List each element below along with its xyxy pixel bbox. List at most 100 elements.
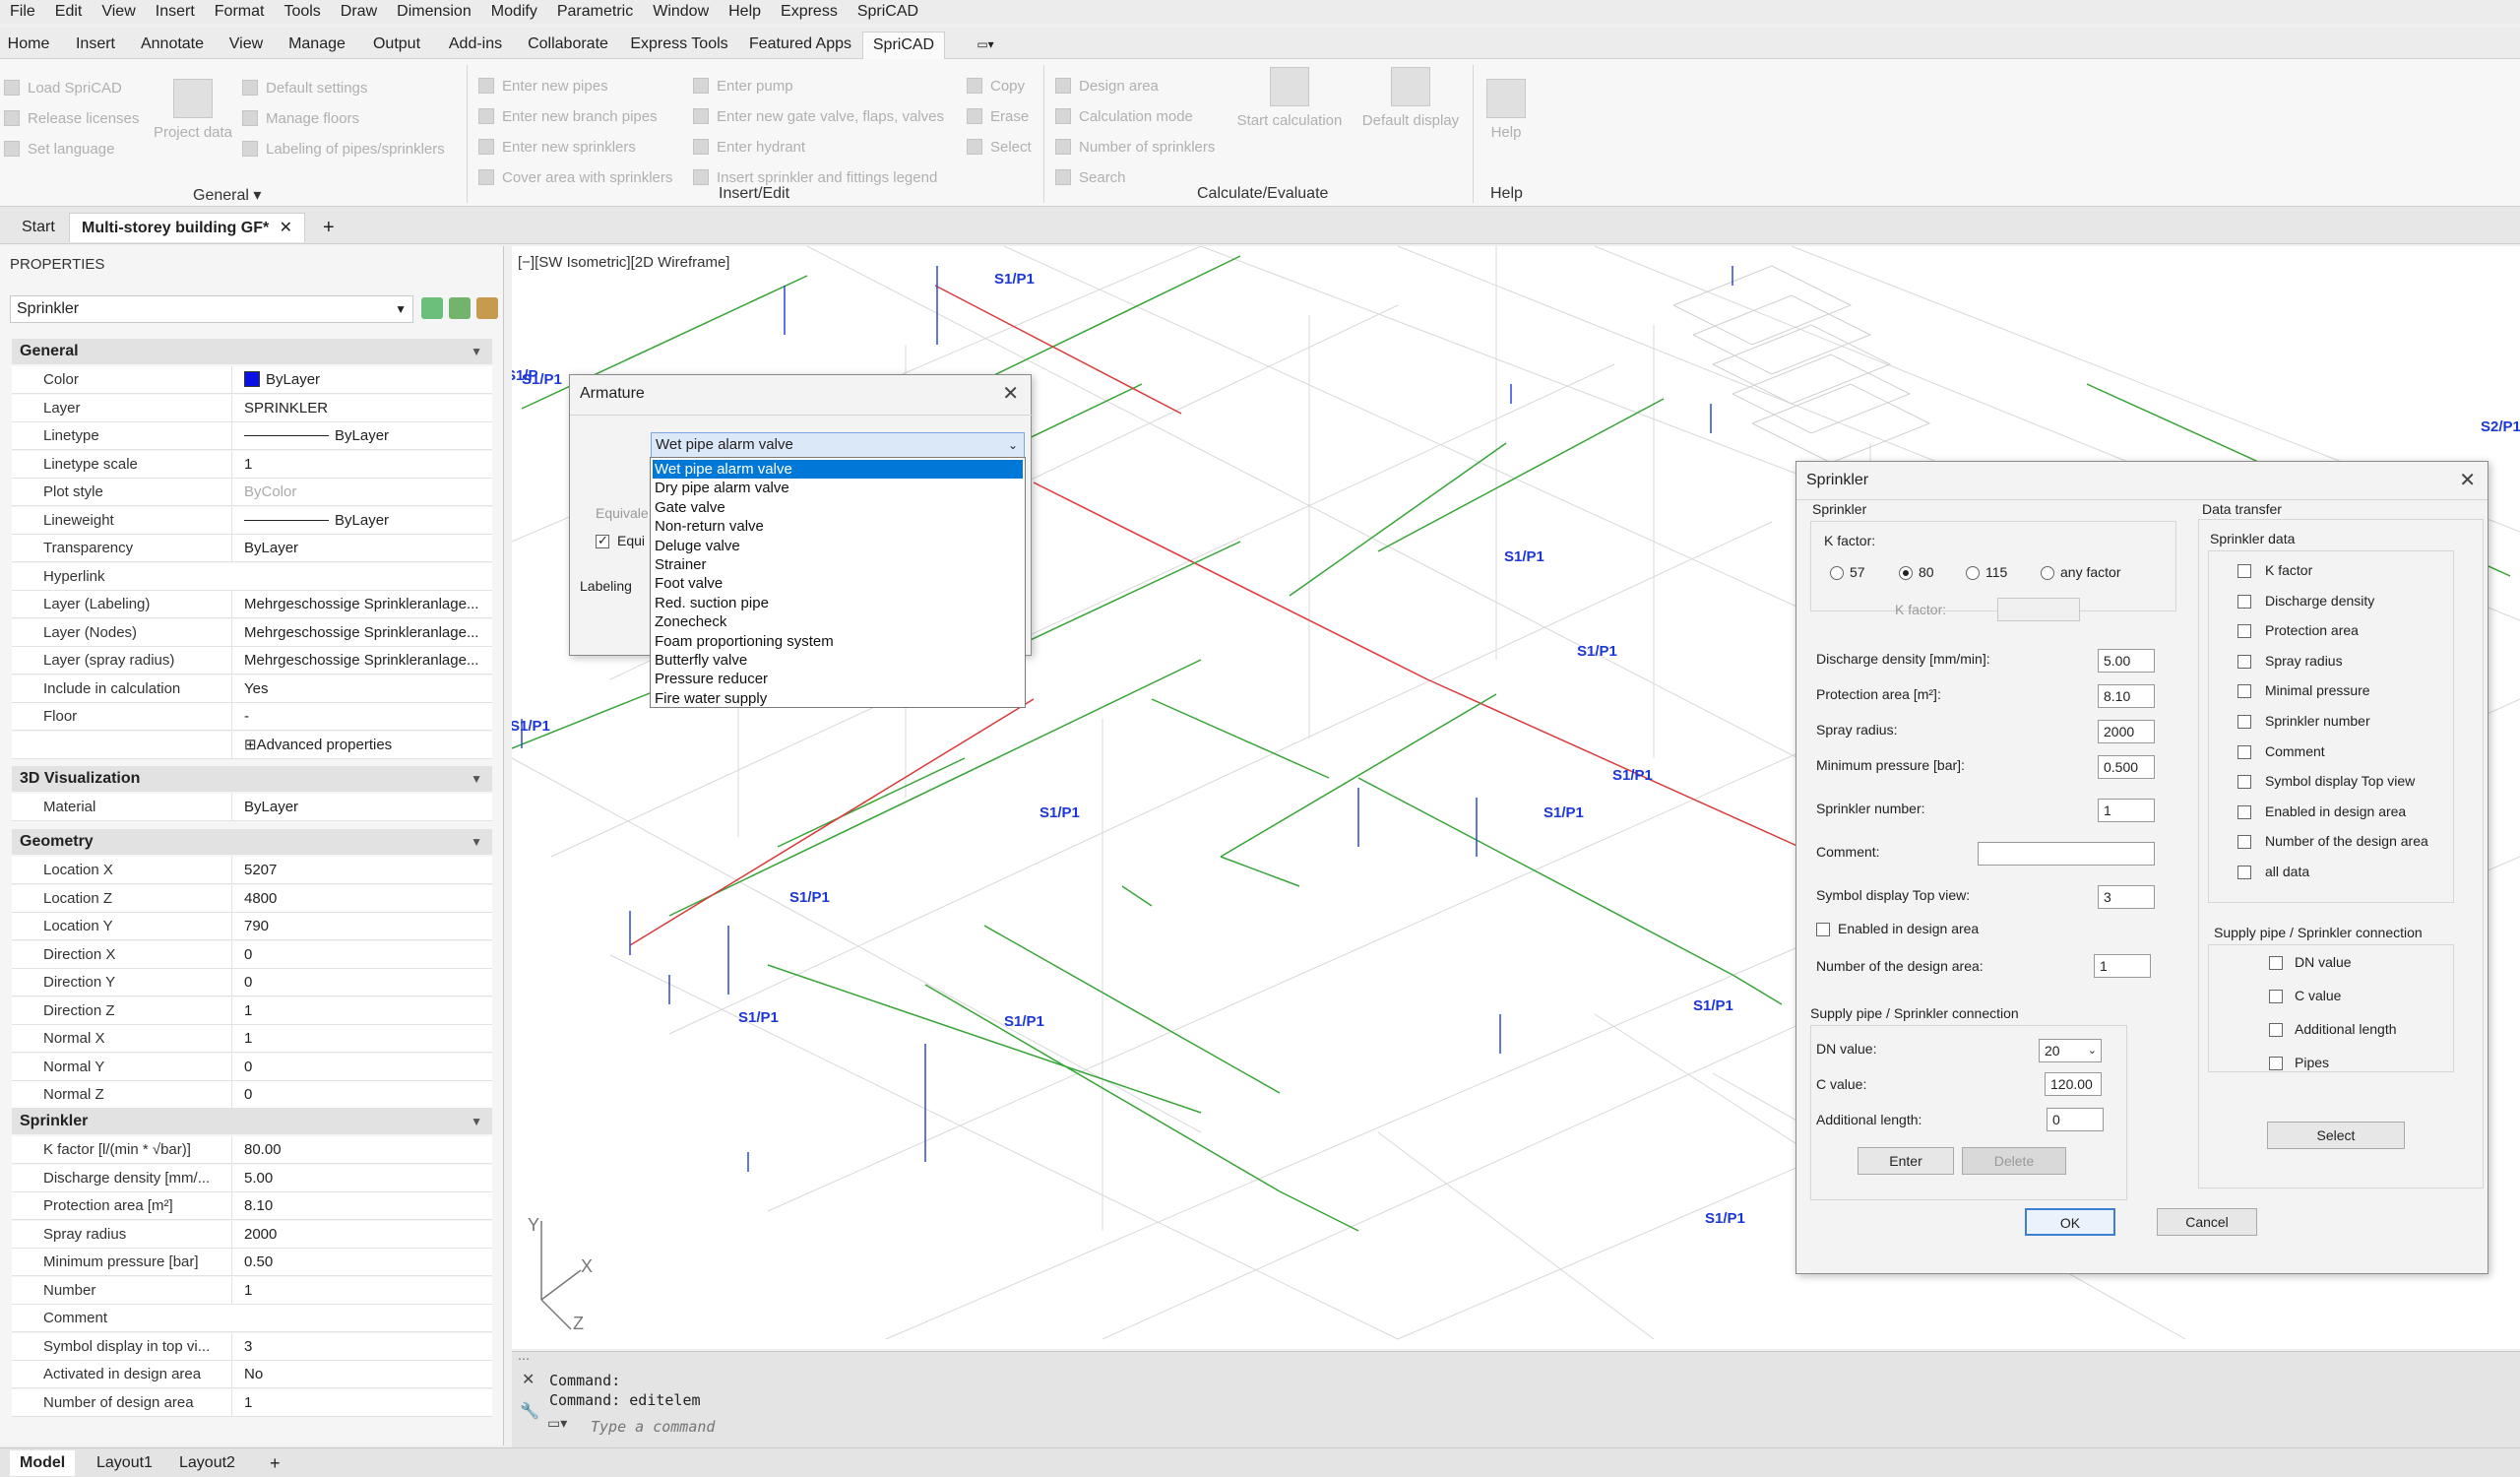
ok-button[interactable]: OK (2025, 1208, 2115, 1236)
transfer-checkbox[interactable] (2237, 624, 2251, 639)
menu-tools[interactable]: Tools (274, 0, 330, 24)
property-row[interactable]: Linetype scale 1 (12, 450, 492, 479)
property-row[interactable]: Include in calculation Yes (12, 674, 492, 703)
close-icon[interactable]: ✕ (1002, 381, 1019, 406)
field-input[interactable]: 2000 (2098, 720, 2155, 743)
add-tab-icon[interactable]: + (311, 213, 346, 242)
wrench-icon[interactable]: 🔧 (520, 1401, 539, 1421)
property-row[interactable]: Layer (Nodes) Mehrgeschossige Sprinkleran… (12, 618, 492, 647)
armature-option[interactable]: Strainer (653, 555, 1023, 574)
kfactor-any-radio[interactable] (2041, 566, 2054, 580)
tab-featured-apps[interactable]: Featured Apps (746, 32, 854, 59)
kfactor-input[interactable] (1997, 598, 2080, 621)
select-button[interactable]: Select (2267, 1122, 2405, 1149)
tab-annotate[interactable]: Annotate (138, 32, 207, 59)
field-input[interactable]: 8.10 (2098, 684, 2155, 708)
enter-sprinklers-button[interactable]: Enter new sprinklers (478, 138, 636, 158)
command-input[interactable] (591, 1415, 2500, 1439)
menu-express[interactable]: Express (771, 0, 848, 24)
doc-tab-active[interactable]: Multi-storey building GF* ✕ (69, 213, 306, 242)
property-row[interactable]: Layer (spray radius) Mehrgeschossige Spri… (12, 647, 492, 674)
transfer-checkbox[interactable] (2237, 654, 2251, 669)
menu-parametric[interactable]: Parametric (547, 0, 643, 24)
close-icon[interactable]: ✕ (522, 1370, 535, 1389)
layout-tab-1[interactable]: Layout1 (87, 1450, 162, 1476)
close-icon[interactable]: ✕ (2459, 468, 2476, 492)
menu-edit[interactable]: Edit (45, 0, 93, 24)
property-row[interactable]: Material ByLayer (12, 794, 492, 821)
default-display-button[interactable]: Default display (1356, 67, 1465, 129)
armature-option[interactable]: Butterfly valve (653, 651, 1023, 670)
menu-insert[interactable]: Insert (146, 0, 205, 24)
labeling-button[interactable]: Labeling of pipes/sprinklers (242, 140, 445, 160)
transfer-checkbox[interactable] (2237, 594, 2251, 609)
delete-button[interactable]: Delete (1962, 1147, 2066, 1175)
tab-add-ins[interactable]: Add-ins (445, 32, 506, 59)
layout-tab-model[interactable]: Model (10, 1450, 76, 1476)
design-area-button[interactable]: Design area (1055, 77, 1159, 96)
enter-pump-button[interactable]: Enter pump (693, 77, 793, 96)
supply-transfer-checkbox[interactable] (2269, 1023, 2283, 1037)
property-row[interactable]: Color ByLayer (12, 366, 492, 394)
armature-option[interactable]: Zonecheck (653, 612, 1023, 631)
number-sprinklers-button[interactable]: Number of sprinklers (1055, 138, 1215, 158)
armature-option[interactable]: Deluge valve (653, 537, 1023, 555)
enabled-design-area-checkbox[interactable] (1816, 923, 1830, 936)
tab-view[interactable]: View (224, 32, 268, 59)
transfer-checkbox[interactable] (2237, 715, 2251, 729)
armature-type-select[interactable]: Wet pipe alarm valve ⌄ (651, 432, 1025, 458)
search-button[interactable]: Search (1055, 168, 1126, 188)
transfer-checkbox[interactable] (2237, 775, 2251, 790)
property-row[interactable]: Layer SPRINKLER (12, 394, 492, 422)
section-sprinkler[interactable]: Sprinkler ▼ (12, 1109, 492, 1134)
set-language-button[interactable]: Set language (4, 140, 114, 160)
equivalent-checkbox[interactable]: ✓ (596, 533, 609, 548)
copy-button[interactable]: Copy (967, 77, 1025, 96)
ribbon-group-general[interactable]: General ▾ (193, 185, 261, 205)
enter-pipes-button[interactable]: Enter new pipes (478, 77, 608, 96)
field-input[interactable]: 0.500 (2098, 755, 2155, 779)
tab-home[interactable]: Home (6, 32, 51, 59)
viewport-label[interactable]: [−][SW Isometric][2D Wireframe] (518, 254, 729, 271)
supply-transfer-checkbox[interactable] (2269, 1057, 2283, 1070)
field-input[interactable]: 5.00 (2098, 649, 2155, 673)
property-row[interactable]: Transparency ByLayer (12, 535, 492, 562)
property-row[interactable]: Plot style ByColor (12, 479, 492, 506)
project-data-button[interactable]: Project data (146, 79, 240, 141)
toggle-pickadd-icon[interactable] (476, 297, 498, 319)
enter-valve-button[interactable]: Enter new gate valve, flaps, valves (693, 107, 944, 127)
select-button[interactable]: Select (967, 138, 1032, 158)
enter-button[interactable]: Enter (1858, 1147, 1954, 1175)
property-row[interactable]: Floor - (12, 703, 492, 731)
transfer-checkbox[interactable] (2237, 804, 2251, 819)
transfer-checkbox[interactable] (2237, 564, 2251, 578)
property-row[interactable]: Layer (Labeling) Mehrgeschossige Sprinkle… (12, 591, 492, 618)
kfactor-80-radio[interactable] (1899, 566, 1913, 580)
menu-help[interactable]: Help (719, 0, 771, 24)
property-row[interactable]: Location X 5207 (12, 857, 492, 884)
help-button[interactable]: Help (1479, 79, 1534, 141)
supply-transfer-checkbox[interactable] (2269, 990, 2283, 1003)
dn-value-select[interactable]: 20 ⌄ (2039, 1039, 2102, 1062)
armature-option[interactable]: Pressure reducer (653, 670, 1023, 688)
close-icon[interactable]: ✕ (280, 220, 292, 236)
add-object-icon[interactable] (421, 297, 443, 319)
transfer-checkbox[interactable] (2237, 866, 2251, 879)
property-row[interactable]: Direction Z 1 (12, 996, 492, 1025)
additional-length-input[interactable]: 0 (2047, 1108, 2104, 1131)
tab-manage[interactable]: Manage (285, 32, 348, 59)
default-settings-button[interactable]: Default settings (242, 79, 367, 98)
property-row[interactable]: Normal X 1 (12, 1025, 492, 1053)
property-row[interactable]: Activated in design area No (12, 1361, 492, 1388)
supply-transfer-checkbox[interactable] (2269, 956, 2283, 970)
tab-express-tools[interactable]: Express Tools (630, 32, 728, 59)
kfactor-115-radio[interactable] (1966, 566, 1980, 580)
armature-option[interactable]: Non-return valve (653, 517, 1023, 536)
property-row[interactable]: Minimum pressure [bar] 0.50 (12, 1249, 492, 1276)
menu-dimension[interactable]: Dimension (387, 0, 481, 24)
tab-output[interactable]: Output (366, 32, 427, 59)
enter-hydrant-button[interactable]: Enter hydrant (693, 138, 805, 158)
transfer-checkbox[interactable] (2237, 684, 2251, 699)
doc-tab-start[interactable]: Start (10, 213, 67, 242)
cancel-button[interactable]: Cancel (2157, 1208, 2257, 1236)
